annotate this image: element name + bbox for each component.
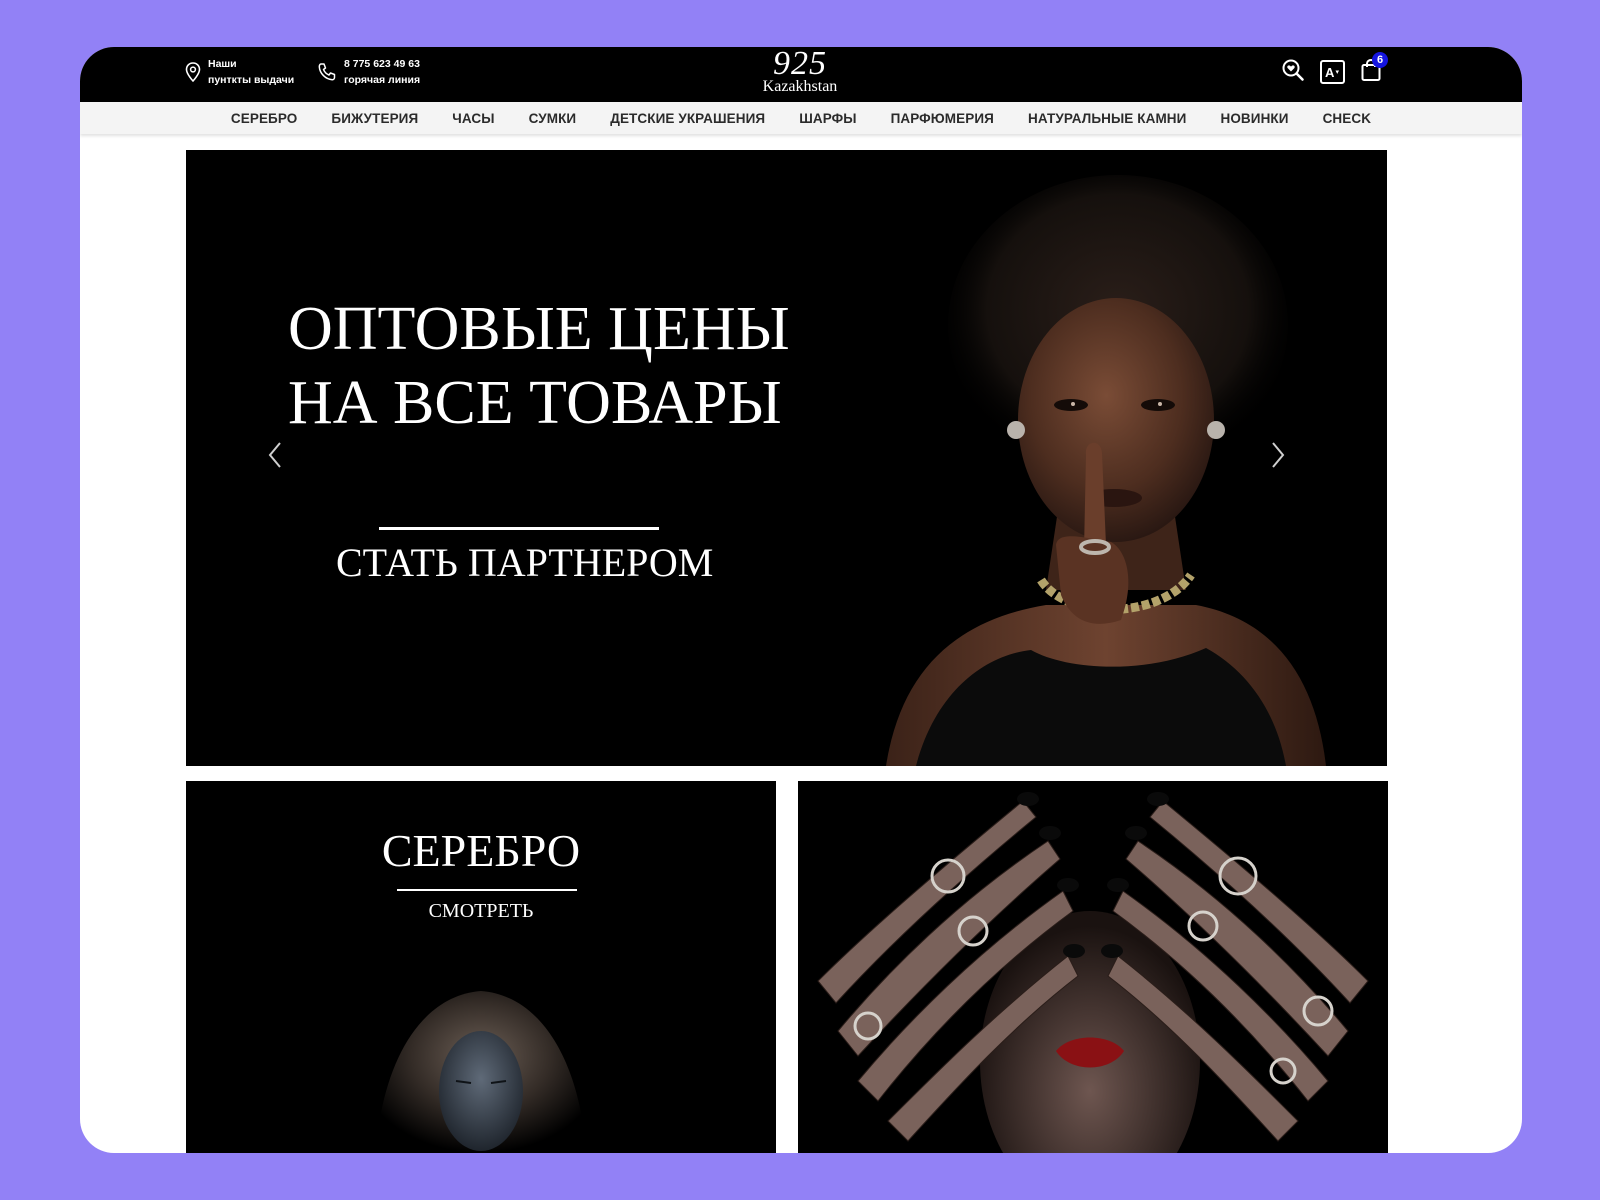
language-selector: A ▾ — [1319, 60, 1345, 84]
hotline-label: горячая линия — [344, 74, 421, 86]
pickup-line-2: пунткты выдачи — [208, 74, 295, 86]
hero-divider — [379, 527, 659, 530]
cart-count-badge: 6 — [1372, 52, 1388, 68]
pickup-line-1: Наши — [208, 58, 237, 70]
cart-button[interactable]: 6 — [1358, 52, 1388, 85]
nav-item-silver[interactable]: СЕРЕБРО — [231, 111, 298, 126]
rings-promo-tile[interactable] — [798, 781, 1388, 1153]
search-button[interactable] — [1280, 59, 1306, 85]
become-partner-link[interactable]: СТАТЬ ПАРТНЕРОМ — [336, 536, 713, 590]
nav-item-scarves[interactable]: ШАРФЫ — [799, 111, 856, 126]
search-heart-icon — [1281, 58, 1305, 87]
chevron-left-icon — [263, 442, 287, 474]
logo-subtitle: Kazakhstan — [762, 78, 838, 95]
hotline-number: 8 775 623 49 63 — [344, 58, 420, 70]
chevron-right-icon — [1266, 442, 1290, 474]
silver-category-tile[interactable]: СЕРЕБРО СМОТРЕТЬ — [186, 781, 776, 1153]
phone-icon — [316, 61, 338, 83]
nav-item-check[interactable]: CHECK — [1323, 111, 1372, 126]
pickup-points-link[interactable]: Наши пунткты выдачи — [184, 56, 294, 88]
top-bar: Наши пунткты выдачи 8 775 623 49 63 горя… — [80, 47, 1522, 102]
nav-item-perfume[interactable]: ПАРФЮМЕРИЯ — [891, 111, 994, 126]
browser-window: Наши пунткты выдачи 8 775 623 49 63 горя… — [80, 47, 1522, 1153]
carousel-next-button[interactable] — [1266, 440, 1290, 470]
language-label: A — [1325, 64, 1335, 80]
hotline-text: 8 775 623 49 63 горячая линия — [344, 56, 420, 88]
nav-item-watches[interactable]: ЧАСЫ — [452, 111, 494, 126]
nav-item-natural-stones[interactable]: НАТУРАЛЬНЫЕ КАМНИ — [1028, 111, 1187, 126]
nav-item-bijouterie[interactable]: БИЖУТЕРИЯ — [331, 111, 418, 126]
main-navigation: СЕРЕБРО БИЖУТЕРИЯ ЧАСЫ СУМКИ ДЕТСКИЕ УКР… — [80, 102, 1522, 134]
nav-item-bags[interactable]: СУМКИ — [529, 111, 577, 126]
site-logo[interactable]: 925 Kazakhstan — [740, 47, 860, 102]
hero-headline: ОПТОВЫЕ ЦЕНЫ НА ВСЕ ТОВАРЫ — [288, 292, 790, 440]
caret-down-icon: ▾ — [1335, 69, 1339, 76]
hero-headline-line-1: ОПТОВЫЕ ЦЕНЫ — [288, 295, 790, 363]
language-button[interactable]: A ▾ — [1319, 59, 1345, 85]
header-actions: A ▾ 6 — [1280, 52, 1388, 85]
carousel-prev-button[interactable] — [263, 440, 287, 470]
pickup-points-text: Наши пунткты выдачи — [208, 56, 294, 88]
hero-headline-line-2: НА ВСЕ ТОВАРЫ — [288, 369, 782, 437]
silver-tile-divider — [397, 889, 577, 891]
hero-banner[interactable]: ОПТОВЫЕ ЦЕНЫ НА ВСЕ ТОВАРЫ СТАТЬ ПАРТНЕР… — [186, 150, 1387, 766]
nav-item-kids-jewelry[interactable]: ДЕТСКИЕ УКРАШЕНИЯ — [610, 111, 765, 126]
silver-tile-title: СЕРЕБРО — [381, 825, 581, 876]
location-pin-icon — [184, 61, 202, 83]
nav-item-new[interactable]: НОВИНКИ — [1220, 111, 1288, 126]
hands-rings-photo — [817, 792, 1369, 1153]
silver-view-link[interactable]: СМОТРЕТЬ — [186, 898, 776, 924]
hotline-link[interactable]: 8 775 623 49 63 горячая линия — [316, 56, 420, 88]
logo-number: 925 — [773, 47, 827, 82]
hero-model-photo — [886, 175, 1326, 766]
